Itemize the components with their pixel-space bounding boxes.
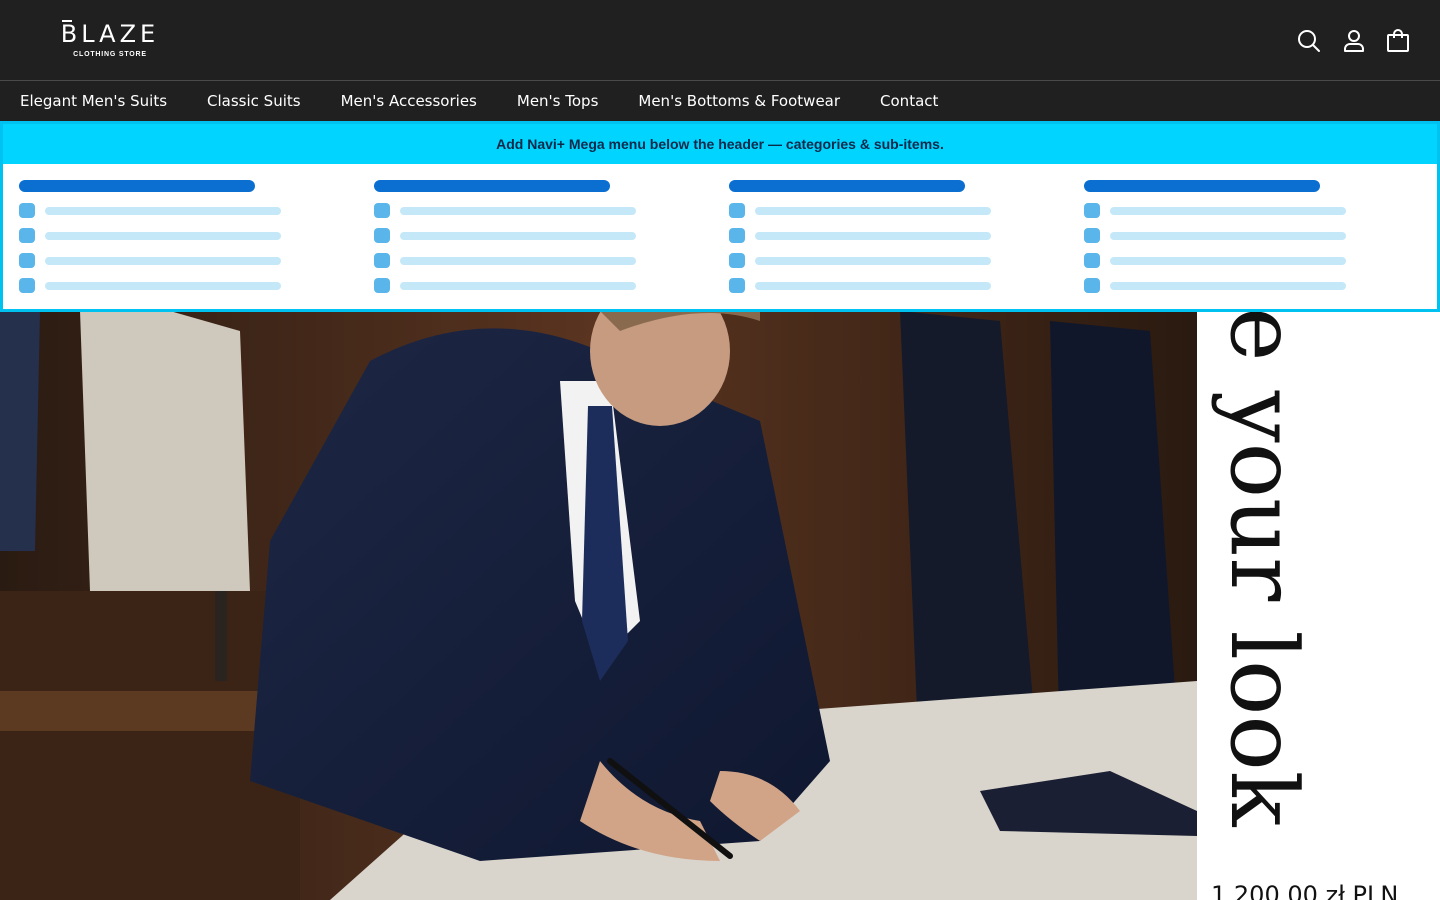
mega-row-placeholder	[19, 253, 319, 268]
mega-menu-column	[1084, 180, 1384, 293]
mega-column-heading-placeholder	[374, 180, 610, 192]
bullet-icon	[19, 253, 35, 268]
logo-wordmark: BLAZE	[60, 20, 160, 48]
cart-icon[interactable]	[1385, 28, 1411, 54]
account-icon[interactable]	[1341, 28, 1367, 54]
mega-row-placeholder	[374, 228, 674, 243]
search-icon[interactable]	[1296, 28, 1322, 54]
mega-row-placeholder	[729, 203, 1029, 218]
mega-row-placeholder	[729, 228, 1029, 243]
bullet-icon	[729, 278, 745, 293]
nav-item-mens-accessories[interactable]: Men's Accessories	[341, 92, 477, 110]
mega-menu-placeholder: Add Navi+ Mega menu below the header — c…	[0, 121, 1440, 312]
nav-item-mens-bottoms-footwear[interactable]: Men's Bottoms & Footwear	[638, 92, 840, 110]
bullet-icon	[19, 228, 35, 243]
bullet-icon	[374, 253, 390, 268]
bullet-icon	[1084, 203, 1100, 218]
mega-row-placeholder	[729, 278, 1029, 293]
mega-row-placeholder	[19, 228, 319, 243]
bullet-icon	[1084, 253, 1100, 268]
bullet-icon	[374, 278, 390, 293]
bullet-icon	[1084, 278, 1100, 293]
mega-row-placeholder	[1084, 228, 1384, 243]
bullet-icon	[729, 253, 745, 268]
hero-title: e your look	[1210, 307, 1317, 827]
mega-row-placeholder	[374, 253, 674, 268]
mega-column-heading-placeholder	[19, 180, 255, 192]
mega-row-placeholder	[1084, 253, 1384, 268]
mega-menu-banner: Add Navi+ Mega menu below the header — c…	[3, 124, 1437, 164]
nav-item-contact[interactable]: Contact	[880, 92, 938, 110]
main-navigation: Elegant Men's Suits Classic Suits Men's …	[0, 81, 1440, 121]
bullet-icon	[19, 278, 35, 293]
store-logo[interactable]: BLAZE CLOTHING STORE	[52, 19, 168, 63]
logo-subtitle: CLOTHING STORE	[73, 51, 147, 58]
mega-row-placeholder	[19, 278, 319, 293]
product-price: 1 200,00 zł PLN	[1211, 881, 1399, 900]
bullet-icon	[729, 228, 745, 243]
bullet-icon	[1084, 228, 1100, 243]
nav-item-classic-suits[interactable]: Classic Suits	[207, 92, 301, 110]
mega-row-placeholder	[1084, 278, 1384, 293]
site-header: BLAZE CLOTHING STORE	[0, 0, 1440, 81]
mega-row-placeholder	[729, 253, 1029, 268]
mega-column-heading-placeholder	[729, 180, 965, 192]
mega-row-placeholder	[1084, 203, 1384, 218]
mega-menu-column	[729, 180, 1029, 293]
bullet-icon	[729, 203, 745, 218]
logo-accent	[62, 20, 72, 22]
mega-menu-column	[374, 180, 674, 293]
bullet-icon	[374, 228, 390, 243]
mega-row-placeholder	[374, 278, 674, 293]
mega-menu-column	[19, 180, 319, 293]
mega-column-heading-placeholder	[1084, 180, 1320, 192]
bullet-icon	[374, 203, 390, 218]
nav-item-mens-tops[interactable]: Men's Tops	[517, 92, 599, 110]
bullet-icon	[19, 203, 35, 218]
mega-row-placeholder	[19, 203, 319, 218]
mega-row-placeholder	[374, 203, 674, 218]
nav-item-elegant-mens-suits[interactable]: Elegant Men's Suits	[20, 92, 167, 110]
